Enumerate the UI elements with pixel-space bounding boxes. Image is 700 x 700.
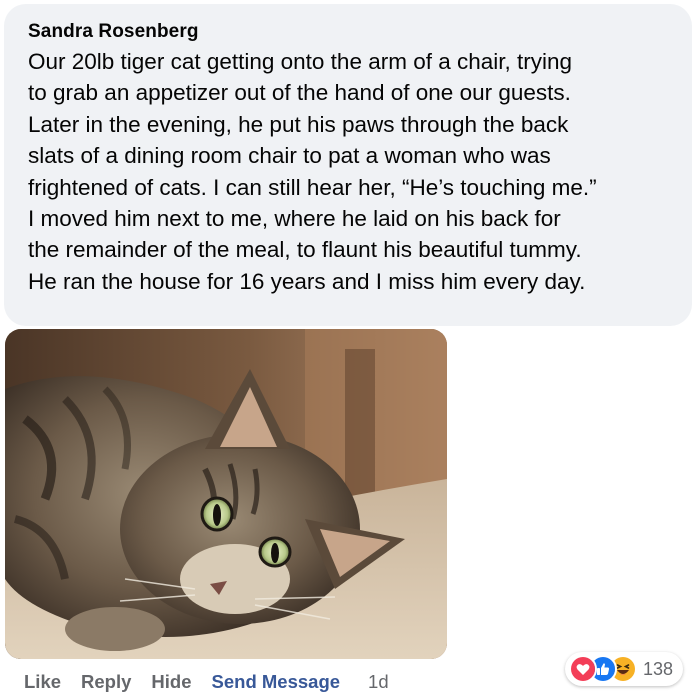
- cat-photo-image: [5, 329, 447, 659]
- reply-button[interactable]: Reply: [81, 671, 131, 693]
- reactions-summary[interactable]: 138: [565, 652, 684, 686]
- reaction-count: 138: [643, 658, 674, 679]
- like-button[interactable]: Like: [24, 671, 61, 693]
- comment-actions: Like Reply Hide Send Message 1d: [24, 668, 389, 696]
- send-message-button[interactable]: Send Message: [212, 671, 341, 693]
- comment-bubble: Sandra Rosenberg Our 20lb tiger cat gett…: [4, 4, 692, 326]
- comment-text-line: the remainder of the meal, to flaunt his…: [28, 237, 582, 263]
- comment-text-line: Our 20lb tiger cat getting onto the arm …: [28, 49, 573, 74]
- cat-photo[interactable]: [5, 329, 447, 659]
- hide-button[interactable]: Hide: [151, 671, 191, 693]
- comment-text-line: Later in the evening, he put his paws th…: [28, 111, 569, 137]
- comment-text-line: I moved him next to me, where he laid on…: [28, 206, 561, 232]
- comment-text: Our 20lb tiger cat getting onto the arm …: [28, 46, 672, 297]
- comment-page: Sandra Rosenberg Our 20lb tiger cat gett…: [0, 0, 700, 700]
- comment-text-line: slats of a dining room chair to pat a wo…: [28, 143, 551, 169]
- love-icon: [569, 655, 597, 683]
- comment-author[interactable]: Sandra Rosenberg: [28, 20, 672, 44]
- comment-text-line: He ran the house for 16 years and I miss…: [28, 268, 586, 294]
- comment-timestamp[interactable]: 1d: [368, 671, 389, 693]
- comment-text-line: frightened of cats. I can still hear her…: [28, 174, 597, 200]
- comment-text-line: to grab an appetizer out of the hand of …: [28, 80, 571, 106]
